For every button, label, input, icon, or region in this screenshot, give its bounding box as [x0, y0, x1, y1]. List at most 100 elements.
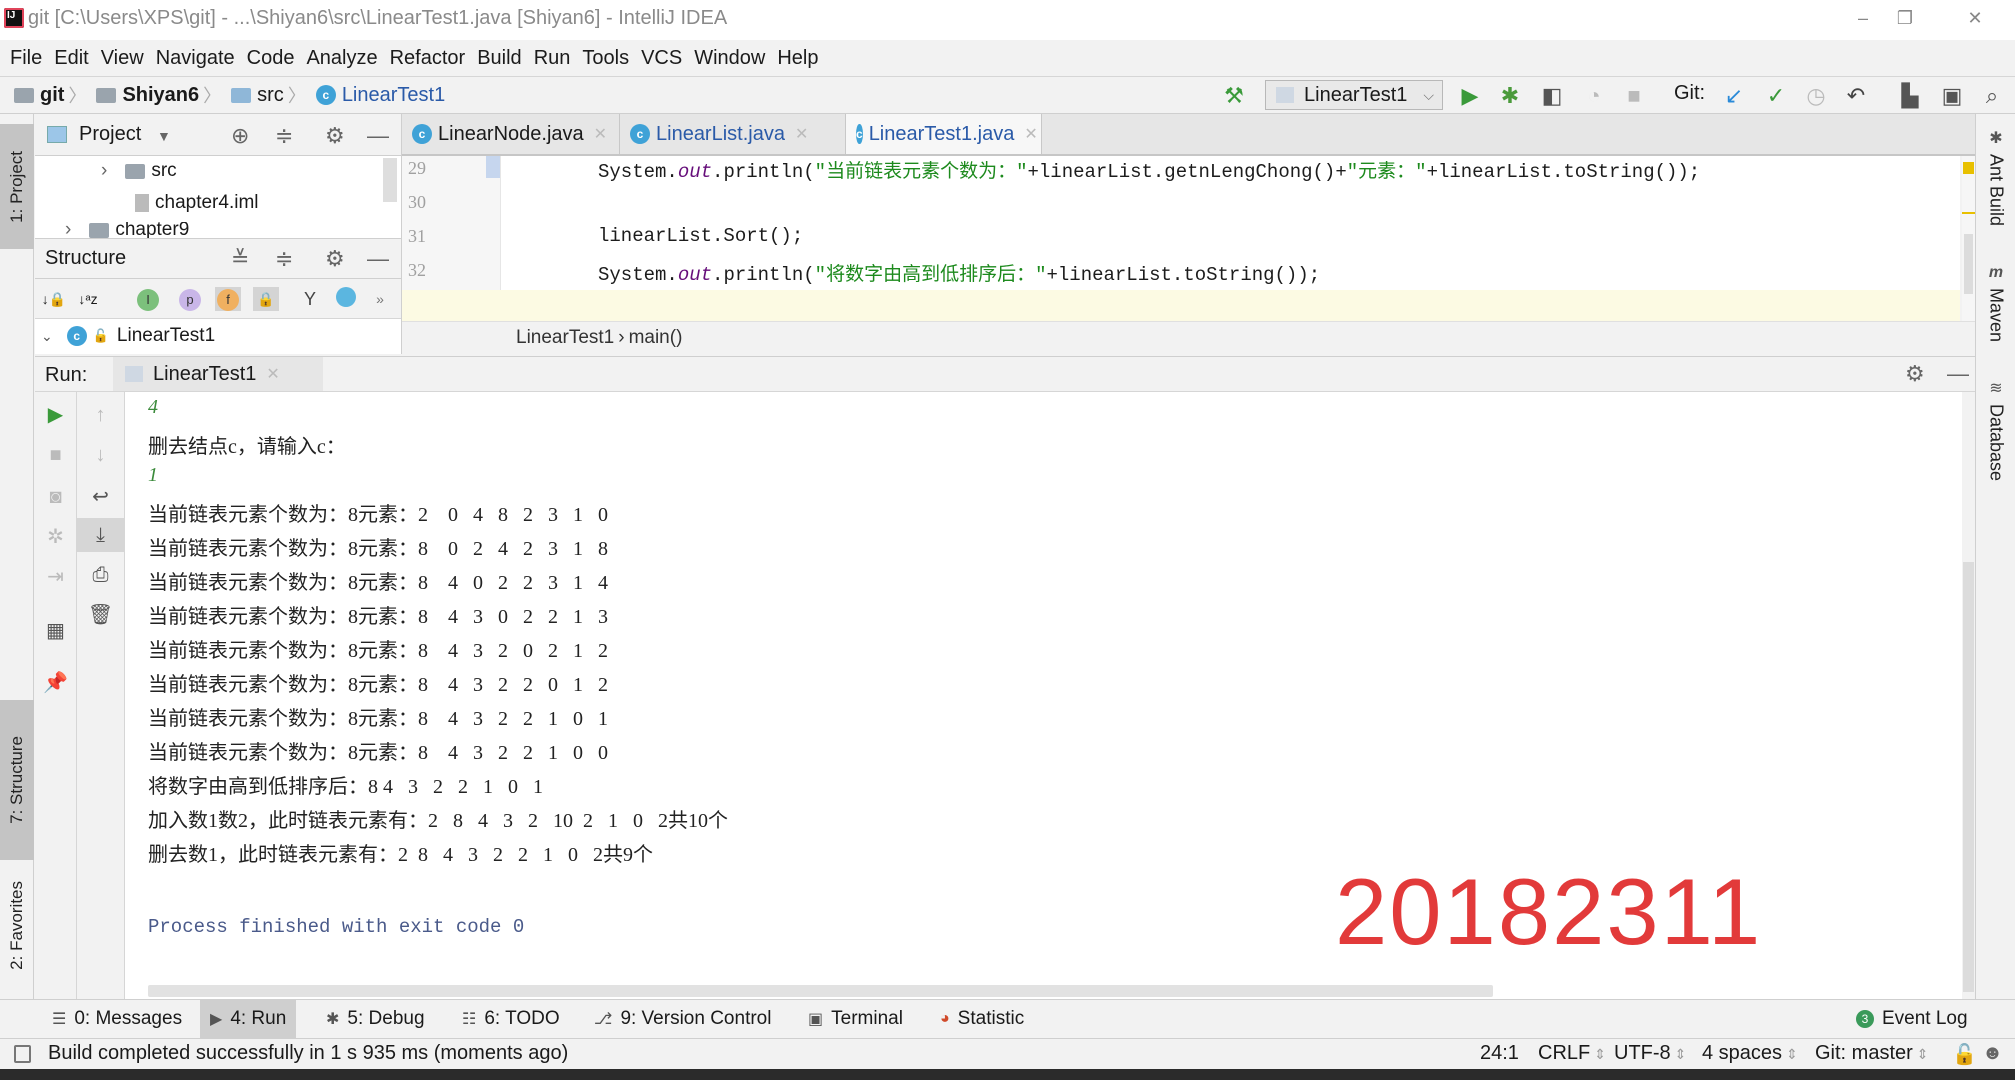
gear-icon[interactable]: ⚙	[325, 123, 345, 149]
pin-icon[interactable]: 📌	[35, 666, 76, 700]
rerun-icon[interactable]: ▶	[35, 398, 76, 432]
show-non-public-icon[interactable]: 🔒	[253, 287, 279, 311]
breadcrumb-src[interactable]: src	[231, 84, 284, 107]
expand-all-icon[interactable]: ≚	[231, 246, 249, 272]
arrow-down-icon[interactable]: ↓	[77, 438, 124, 472]
minimize-button[interactable]: –	[1843, 4, 1883, 32]
menu-file[interactable]: File	[10, 47, 42, 70]
menu-tools[interactable]: Tools	[582, 47, 629, 70]
close-button[interactable]: ✕	[1955, 4, 1995, 32]
tab-lineartest1[interactable]: c LinearTest1.java ✕	[846, 114, 1042, 154]
toggle-tool-windows-icon[interactable]	[14, 1045, 31, 1063]
git-revert-icon[interactable]: ↶	[1842, 82, 1870, 110]
close-tab-icon[interactable]: ✕	[795, 124, 808, 144]
breadcrumb-lineartest1[interactable]: c LinearTest1	[315, 84, 445, 107]
show-properties-icon[interactable]: p	[177, 287, 203, 311]
editor-scrollbar[interactable]	[1962, 156, 1975, 321]
line-separator-select[interactable]: CRLF ⇕	[1538, 1042, 1606, 1065]
collapse-all-icon[interactable]: ≑	[275, 123, 293, 149]
menu-navigate[interactable]: Navigate	[156, 47, 235, 70]
build-hammer-icon[interactable]: ⚒	[1220, 82, 1248, 110]
print-icon[interactable]: ⎙	[77, 558, 124, 592]
trash-icon[interactable]: 🗑	[77, 598, 124, 632]
breadcrumb-git[interactable]: git	[14, 84, 64, 107]
event-log-button[interactable]: 3 Event Log	[1846, 1000, 1978, 1038]
indent-select[interactable]: 4 spaces ⇕	[1702, 1042, 1798, 1065]
show-lambdas-icon[interactable]: Y	[297, 287, 323, 311]
autoscroll-icon[interactable]	[333, 287, 359, 311]
tab-favorites[interactable]: 2: Favorites	[0, 860, 34, 990]
structure-root-lineartest1[interactable]: ⌄ c 🔓 LinearTest1	[41, 325, 215, 347]
breadcrumb-class[interactable]: LinearTest1	[516, 327, 614, 349]
hide-icon[interactable]: —	[367, 123, 389, 149]
tab-debug[interactable]: ✱ 5: Debug	[316, 1000, 435, 1038]
menu-analyze[interactable]: Analyze	[306, 47, 377, 70]
menu-view[interactable]: View	[101, 47, 144, 70]
tab-project[interactable]: 1: Project	[0, 124, 34, 249]
stop-icon[interactable]: ■	[35, 438, 76, 472]
tab-ant-build[interactable]: ✱ Ant Build	[1976, 128, 2015, 226]
menu-vcs[interactable]: VCS	[641, 47, 682, 70]
menu-edit[interactable]: Edit	[54, 47, 88, 70]
tab-linearlist[interactable]: c LinearList.java ✕	[620, 114, 846, 154]
arrow-up-icon[interactable]: ↑	[77, 398, 124, 432]
tab-maven[interactable]: m Maven	[1976, 264, 2015, 342]
restore-button[interactable]: ❐	[1885, 4, 1925, 32]
menu-build[interactable]: Build	[477, 47, 521, 70]
menu-refactor[interactable]: Refactor	[390, 47, 466, 70]
search-icon[interactable]: ⌕	[1978, 82, 2006, 110]
tab-messages[interactable]: ☰ 0: Messages	[42, 1000, 192, 1038]
menu-help[interactable]: Help	[777, 47, 818, 70]
git-update-icon[interactable]: ↙	[1720, 82, 1748, 110]
gear-icon[interactable]: ⚙	[325, 246, 345, 272]
hide-icon[interactable]: —	[1947, 361, 1969, 387]
scroll-to-end-icon[interactable]: ⤓	[77, 518, 124, 552]
sort-by-visibility-icon[interactable]: ↓🔒	[41, 287, 67, 311]
project-scrollbar[interactable]	[383, 158, 397, 202]
run-anything-icon[interactable]: ▣	[1938, 82, 1966, 110]
camera-dump-icon[interactable]: ◙	[35, 480, 76, 514]
tree-item-chapter9[interactable]: › chapter9	[65, 222, 189, 238]
project-structure-icon[interactable]: ▙	[1896, 82, 1924, 110]
tab-structure[interactable]: 7: Structure	[0, 700, 34, 860]
close-tab-icon[interactable]: ✕	[594, 124, 607, 144]
debug-icon[interactable]: ✱	[1496, 82, 1524, 110]
encoding-select[interactable]: UTF-8 ⇕	[1614, 1042, 1686, 1065]
run-with-coverage-icon[interactable]: ◧	[1538, 82, 1566, 110]
show-fields-icon[interactable]: f	[215, 287, 241, 311]
tab-linearnode[interactable]: c LinearNode.java ✕	[402, 114, 620, 154]
tab-statistic[interactable]: ◕ Statistic	[930, 1000, 1034, 1038]
soft-wrap-icon[interactable]: ↩	[77, 480, 124, 514]
menu-run[interactable]: Run	[534, 47, 571, 70]
lock-icon[interactable]: 🔓	[1952, 1042, 1977, 1067]
git-history-icon[interactable]: ◷	[1802, 82, 1830, 110]
tree-item-iml[interactable]: chapter4.iml	[135, 192, 259, 214]
project-view-select[interactable]: Project	[79, 123, 141, 146]
tab-database[interactable]: ≋ Database	[1976, 378, 2015, 481]
restore-layout-icon[interactable]: ✲	[35, 520, 76, 554]
tab-terminal[interactable]: ▣ Terminal	[798, 1000, 913, 1038]
tab-todo[interactable]: ☷ 6: TODO	[452, 1000, 570, 1038]
git-commit-icon[interactable]: ✓	[1762, 82, 1790, 110]
git-branch-select[interactable]: Git: master ⇕	[1815, 1042, 1929, 1065]
sort-alphabetically-icon[interactable]: ↓ᵃz	[75, 287, 101, 311]
breadcrumb-shiyan6[interactable]: Shiyan6	[96, 84, 199, 107]
close-tab-icon[interactable]: ✕	[266, 364, 279, 384]
tree-item-src[interactable]: › src	[101, 160, 177, 182]
caret-position[interactable]: 24:1	[1480, 1042, 1519, 1065]
show-inherited-icon[interactable]: I	[135, 287, 161, 311]
console-horizontal-scrollbar[interactable]	[148, 985, 1493, 997]
profile-icon[interactable]: ◔	[1580, 82, 1608, 110]
locate-icon[interactable]: ⊕	[231, 123, 249, 149]
run-icon[interactable]: ▶	[1456, 82, 1484, 110]
exit-icon[interactable]: ⇥	[35, 560, 76, 594]
tab-version-control[interactable]: ⎇ 9: Version Control	[584, 1000, 781, 1038]
layout-icon[interactable]: ▦	[35, 614, 76, 648]
console-vertical-scrollbar[interactable]	[1962, 392, 1975, 999]
hide-icon[interactable]: —	[367, 246, 389, 272]
run-configuration-select[interactable]: LinearTest1 ⌵	[1265, 80, 1443, 110]
stop-icon[interactable]: ■	[1620, 82, 1648, 110]
inspector-icon[interactable]: ☻	[1982, 1042, 2003, 1065]
more-icon[interactable]: »	[367, 287, 393, 311]
dropdown-arrow-icon[interactable]: ▼	[157, 128, 171, 144]
